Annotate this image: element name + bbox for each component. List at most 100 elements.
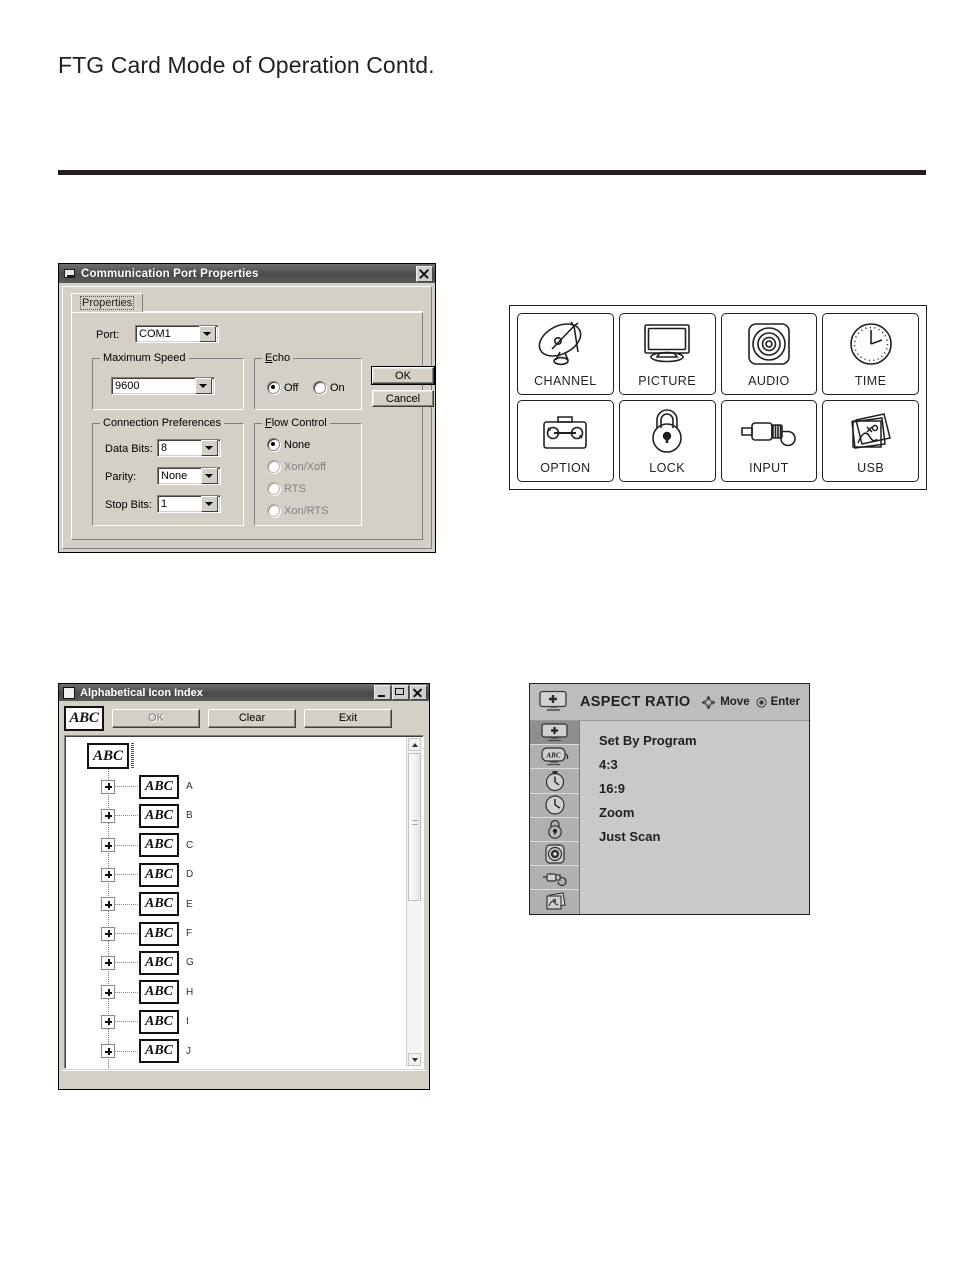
tree-item-b[interactable]: ABC B bbox=[65, 801, 193, 830]
tv-menu-channel[interactable]: CHANNEL bbox=[517, 313, 614, 395]
chevron-down-icon[interactable] bbox=[201, 440, 218, 456]
close-icon[interactable] bbox=[416, 265, 433, 282]
flow-xonrts-radio[interactable]: Xon/RTS bbox=[267, 504, 328, 517]
osd-item-set-by-program[interactable]: Set By Program bbox=[580, 728, 809, 752]
tv-menu-option[interactable]: OPTION bbox=[517, 400, 614, 482]
ok-button[interactable]: OK bbox=[371, 366, 435, 385]
parity-combobox[interactable]: None bbox=[157, 467, 221, 485]
tv-menu-lock[interactable]: LOCK bbox=[618, 400, 716, 482]
index-exit-button[interactable]: Exit bbox=[304, 708, 392, 728]
index-titlebar[interactable]: Alphabetical Icon Index bbox=[59, 684, 429, 701]
osd-item-16-9[interactable]: 16:9 bbox=[580, 776, 809, 800]
expand-plus-icon[interactable] bbox=[101, 779, 115, 794]
osd-rail-picture-plus-icon[interactable] bbox=[530, 721, 579, 746]
tree-item-e[interactable]: ABC E bbox=[65, 890, 193, 919]
plug-cable-icon bbox=[722, 401, 817, 461]
dialog-body: Properties Port: COM1 Maximum Speed 9600… bbox=[62, 286, 435, 549]
tree-item-f[interactable]: ABC F bbox=[65, 919, 192, 948]
tree-item-j[interactable]: ABC J bbox=[65, 1037, 191, 1066]
radio-dot-icon bbox=[267, 482, 280, 495]
port-value: COM1 bbox=[139, 328, 171, 340]
expand-plus-icon[interactable] bbox=[101, 867, 115, 882]
data-bits-combobox[interactable]: 8 bbox=[157, 439, 221, 457]
cancel-button[interactable]: Cancel bbox=[372, 390, 434, 407]
tv-menu-audio[interactable]: AUDIO bbox=[720, 313, 818, 395]
chevron-up-icon[interactable] bbox=[408, 738, 421, 751]
scrollbar-thumb[interactable] bbox=[408, 753, 421, 901]
chevron-down-icon[interactable] bbox=[201, 496, 218, 512]
tv-menu-lock-label: LOCK bbox=[649, 461, 685, 475]
echo-on-radio[interactable]: On bbox=[313, 381, 345, 394]
tree-root-node[interactable]: ABC bbox=[87, 743, 129, 769]
tree-item-a[interactable]: ABC A bbox=[65, 772, 193, 801]
maximum-speed-combobox[interactable]: 9600 bbox=[111, 377, 215, 395]
echo-off-radio[interactable]: Off bbox=[267, 381, 298, 394]
osd-item-zoom[interactable]: Zoom bbox=[580, 800, 809, 824]
expand-plus-icon[interactable] bbox=[101, 955, 115, 970]
osd-rail-timer-icon[interactable] bbox=[530, 769, 579, 794]
aspect-ratio-osd: ASPECT RATIO Move Enter ABC Set By Progr… bbox=[529, 683, 810, 915]
osd-rail-lock-icon[interactable] bbox=[530, 817, 579, 842]
dpad-icon bbox=[701, 695, 716, 709]
expand-plus-icon[interactable] bbox=[101, 926, 115, 941]
communication-port-properties-dialog: Communication Port Properties Properties… bbox=[58, 263, 436, 553]
index-clear-button[interactable]: Clear bbox=[208, 708, 296, 728]
abc-logo-icon: ABC bbox=[64, 705, 104, 731]
flow-rts-radio[interactable]: RTS bbox=[267, 482, 306, 495]
tree-item-i[interactable]: ABC I bbox=[65, 1007, 189, 1036]
port-combobox[interactable]: COM1 bbox=[135, 325, 219, 343]
tab-properties[interactable]: Properties bbox=[71, 293, 144, 313]
chevron-down-icon[interactable] bbox=[195, 378, 212, 394]
tree-item-d[interactable]: ABC D bbox=[65, 860, 193, 889]
osd-rail-channel-abc-icon[interactable]: ABC bbox=[530, 745, 579, 770]
osd-item-just-scan[interactable]: Just Scan bbox=[580, 824, 809, 848]
osd-rail-usb-photos-icon[interactable] bbox=[530, 890, 579, 914]
tv-menu-picture-label: PICTURE bbox=[638, 374, 696, 388]
osd-hint-enter: Enter bbox=[755, 696, 800, 708]
stop-bits-combobox[interactable]: 1 bbox=[157, 495, 221, 513]
tv-menu-picture[interactable]: PICTURE bbox=[618, 313, 716, 395]
tree-item-icon: ABC bbox=[139, 1039, 179, 1064]
flow-xonxoff-radio[interactable]: Xon/Xoff bbox=[267, 460, 326, 473]
expand-plus-icon[interactable] bbox=[101, 1014, 115, 1029]
osd-rail-input-plug-icon[interactable] bbox=[530, 866, 579, 891]
maximize-icon[interactable] bbox=[392, 685, 409, 700]
tree-connector bbox=[115, 844, 139, 846]
osd-hint-enter-label: Enter bbox=[770, 696, 800, 708]
minimize-icon[interactable] bbox=[374, 685, 391, 700]
tree-item-label: E bbox=[186, 898, 193, 910]
expand-plus-icon[interactable] bbox=[101, 1044, 115, 1059]
expand-plus-icon[interactable] bbox=[101, 838, 115, 853]
chevron-down-icon[interactable] bbox=[408, 1053, 421, 1066]
index-tree-panel[interactable]: ABC ABC A ABC B ABC C ABC D ABC E ABC F ABC G ABC H ABC I… bbox=[64, 735, 424, 1069]
flow-none-radio[interactable]: None bbox=[267, 438, 310, 451]
tv-menu-time[interactable]: TIME bbox=[822, 313, 919, 395]
tree-root-text: ABC bbox=[92, 747, 123, 764]
port-label: Port: bbox=[96, 329, 120, 341]
tv-menu-option-label: OPTION bbox=[540, 461, 591, 475]
tv-menu-usb[interactable]: USB bbox=[822, 400, 919, 482]
expand-plus-icon[interactable] bbox=[101, 808, 115, 823]
tree-item-h[interactable]: ABC H bbox=[65, 978, 193, 1007]
tree-item-g[interactable]: ABC G bbox=[65, 948, 194, 977]
tv-menu-input[interactable]: INPUT bbox=[720, 400, 818, 482]
chevron-down-icon[interactable] bbox=[201, 468, 218, 484]
abc-logo-text: ABC bbox=[69, 709, 99, 726]
chevron-down-icon[interactable] bbox=[199, 326, 216, 342]
tree-vertical-scrollbar[interactable] bbox=[406, 737, 422, 1067]
index-ok-button[interactable]: OK bbox=[112, 708, 200, 728]
speaker-icon bbox=[722, 314, 817, 374]
tree-item-icon: ABC bbox=[139, 980, 179, 1005]
osd-item-label: Just Scan bbox=[599, 828, 661, 844]
tree-item-c[interactable]: ABC C bbox=[65, 831, 193, 860]
expand-plus-icon[interactable] bbox=[101, 985, 115, 1000]
osd-item-label: 4:3 bbox=[599, 756, 618, 772]
close-icon[interactable] bbox=[410, 685, 427, 700]
tree-item-partial[interactable]: ABC bbox=[65, 1066, 179, 1068]
osd-rail-audio-icon[interactable] bbox=[530, 841, 579, 867]
expand-plus-icon[interactable] bbox=[101, 897, 115, 912]
osd-item-4-3[interactable]: 4:3 bbox=[580, 752, 809, 776]
osd-rail-clock-icon[interactable] bbox=[530, 793, 579, 818]
dialog-titlebar[interactable]: Communication Port Properties bbox=[59, 264, 435, 283]
tree-item-icon: ABC bbox=[139, 833, 179, 858]
